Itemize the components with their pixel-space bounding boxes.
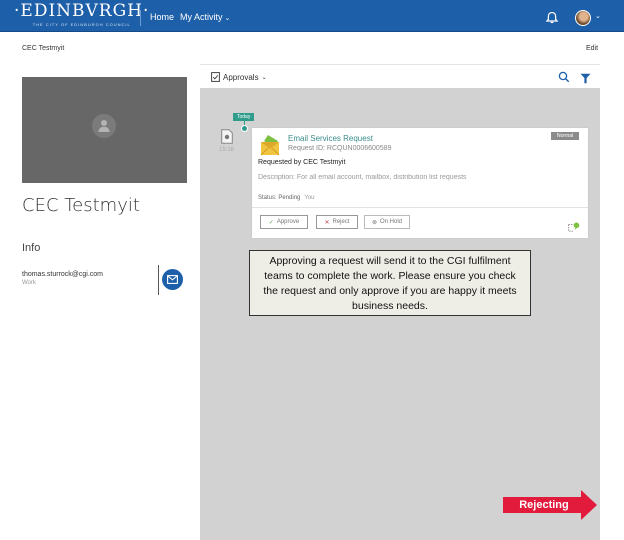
reject-button[interactable]: ✕ Reject bbox=[316, 215, 358, 229]
send-email-button[interactable] bbox=[162, 269, 183, 290]
timeline-dot bbox=[241, 125, 248, 132]
status-owner: You bbox=[304, 195, 315, 201]
nav-home-link[interactable]: Home bbox=[150, 12, 174, 22]
info-heading: Info bbox=[22, 242, 41, 254]
reject-label: Reject bbox=[332, 219, 350, 225]
approve-label: Approve bbox=[276, 219, 300, 225]
request-time: 15:16 bbox=[219, 147, 235, 153]
person-placeholder-icon bbox=[92, 114, 116, 138]
edit-link[interactable]: Edit bbox=[586, 45, 598, 52]
request-id: Request ID: RCQUN0006600589 bbox=[288, 145, 392, 152]
logo-subtitle: THE CITY OF EDINBURGH COUNCIL bbox=[32, 22, 131, 27]
profile-name: CEC Testmyit bbox=[22, 195, 140, 216]
chevron-down-icon: ⌄ bbox=[224, 15, 231, 22]
email-envelope-icon bbox=[259, 133, 283, 162]
on-hold-button[interactable]: ⊗ On Hold bbox=[364, 215, 410, 229]
nav-divider bbox=[140, 10, 141, 26]
approve-button[interactable]: ✓ Approve bbox=[260, 215, 308, 229]
request-description: Description: For all email account, mail… bbox=[258, 174, 467, 181]
request-status: Status: Pending You bbox=[258, 195, 315, 201]
approval-request-card[interactable]: Email Services Request Request ID: RCQUN… bbox=[252, 128, 588, 238]
nav-my-activity-label: My Activity bbox=[180, 12, 223, 22]
status-text: Status: Pending bbox=[258, 195, 301, 201]
requested-by: Requested by CEC Testmyit bbox=[258, 159, 346, 166]
x-icon: ✕ bbox=[324, 219, 330, 226]
comment-icon[interactable] bbox=[568, 219, 580, 237]
top-navigation-bar: ·EDINBVRGH· THE CITY OF EDINBURGH COUNCI… bbox=[0, 0, 624, 32]
filter-icon[interactable] bbox=[580, 71, 591, 89]
email-address[interactable]: thomas.sturrock@cgi.com bbox=[22, 271, 103, 278]
chevron-down-icon: ⌄ bbox=[261, 74, 267, 81]
request-title[interactable]: Email Services Request bbox=[288, 134, 373, 143]
pause-circle-icon: ⊗ bbox=[371, 219, 377, 226]
nav-my-activity-menu[interactable]: My Activity ⌄ bbox=[180, 12, 230, 22]
avatar[interactable] bbox=[575, 10, 591, 26]
envelope-icon bbox=[167, 275, 178, 284]
on-hold-label: On Hold bbox=[380, 219, 403, 225]
card-divider bbox=[252, 207, 588, 208]
bell-icon[interactable] bbox=[545, 11, 559, 25]
approvals-title: Approvals bbox=[223, 72, 259, 82]
email-type-label: Work bbox=[22, 280, 36, 286]
checkmark-icon: ✓ bbox=[268, 219, 274, 226]
chevron-down-icon[interactable]: ⌄ bbox=[595, 12, 601, 20]
approval-guidance-callout: Approving a request will send it to the … bbox=[249, 250, 531, 316]
feed-header: Approvals ⌄ bbox=[200, 64, 600, 88]
logo-text: ·EDINBVRGH· bbox=[14, 1, 150, 21]
priority-badge: Normal bbox=[551, 132, 580, 140]
info-divider bbox=[158, 265, 159, 295]
approvals-dropdown[interactable]: Approvals ⌄ bbox=[211, 72, 267, 82]
edinburgh-logo[interactable]: ·EDINBVRGH· THE CITY OF EDINBURGH COUNCI… bbox=[14, 1, 150, 28]
rejecting-arrow: Rejecting bbox=[503, 490, 597, 520]
profile-photo[interactable] bbox=[22, 77, 187, 183]
search-icon[interactable] bbox=[558, 70, 570, 88]
breadcrumb: CEC Testmyit bbox=[22, 45, 65, 52]
rejecting-label: Rejecting bbox=[519, 499, 569, 511]
request-document-icon bbox=[221, 129, 233, 149]
approval-document-icon bbox=[211, 72, 220, 82]
